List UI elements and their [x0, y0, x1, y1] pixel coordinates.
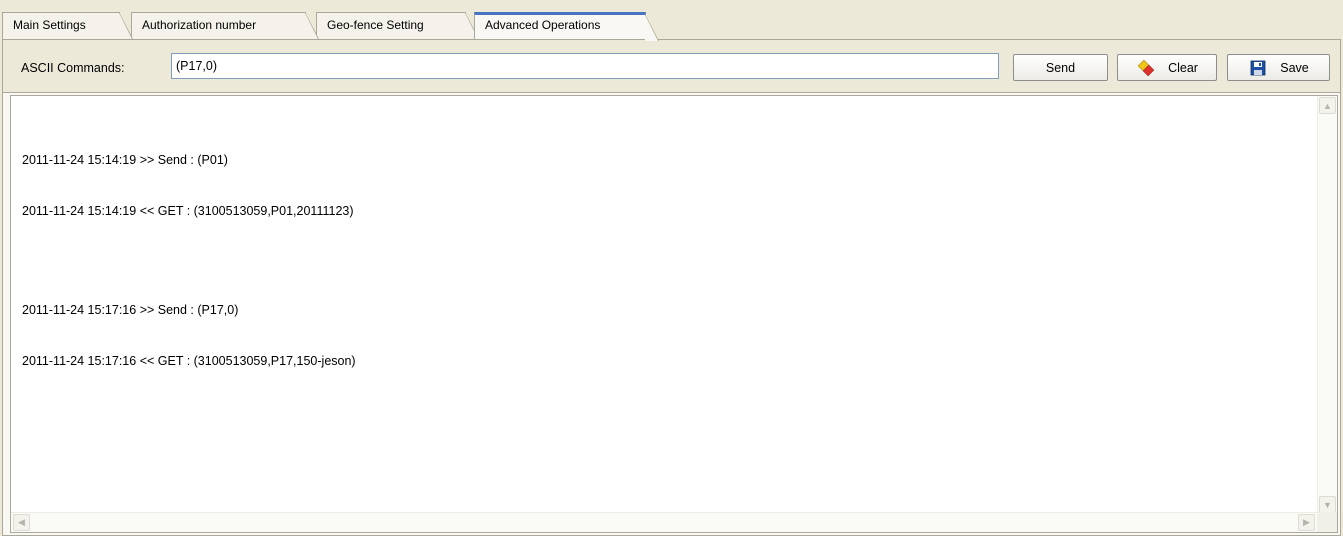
- clear-button-label: Clear: [1168, 60, 1198, 75]
- log-content: 2011-11-24 15:14:19 >> Send : (P01) 2011…: [22, 118, 356, 404]
- log-line: 2011-11-24 15:17:16 << GET : (3100513059…: [22, 354, 356, 368]
- arrow-left-icon[interactable]: ◀: [13, 514, 30, 531]
- horizontal-scrollbar[interactable]: ◀ ▶: [11, 512, 1337, 532]
- tab-advanced-operations[interactable]: Advanced Operations: [474, 12, 659, 41]
- log-textarea[interactable]: 2011-11-24 15:14:19 >> Send : (P01) 2011…: [10, 95, 1338, 533]
- arrow-up-icon[interactable]: ▲: [1319, 97, 1336, 114]
- ascii-command-input[interactable]: [171, 53, 999, 79]
- arrow-down-icon[interactable]: ▼: [1319, 496, 1336, 513]
- log-line: 2011-11-24 15:17:16 >> Send : (P17,0): [22, 303, 239, 317]
- tab-strip: Main Settings Authorization number Geo-f…: [0, 0, 1343, 41]
- ascii-commands-label: ASCII Commands:: [21, 61, 125, 75]
- advanced-operations-panel: ASCII Commands: Send Clear: [2, 39, 1341, 536]
- log-line: 2011-11-24 15:14:19 >> Send : (P01): [22, 153, 228, 167]
- eraser-icon: [1136, 58, 1156, 78]
- save-button-label: Save: [1280, 60, 1309, 75]
- tab-geo-fence-setting[interactable]: Geo-fence Setting: [316, 12, 479, 39]
- arrow-right-icon[interactable]: ▶: [1298, 514, 1315, 531]
- tab-main-settings[interactable]: Main Settings: [2, 12, 133, 39]
- clear-button[interactable]: Clear: [1117, 54, 1217, 81]
- log-line: 2011-11-24 15:14:19 << GET : (3100513059…: [22, 204, 354, 218]
- save-button[interactable]: Save: [1227, 54, 1330, 81]
- send-button-label: Send: [1045, 60, 1076, 75]
- floppy-disk-icon: [1248, 58, 1268, 78]
- tab-authorization-number[interactable]: Authorization number: [131, 12, 319, 39]
- send-button[interactable]: Send: [1013, 54, 1108, 81]
- scrollbar-corner: [1317, 512, 1337, 532]
- vertical-scrollbar[interactable]: ▲ ▼: [1317, 96, 1337, 514]
- log-spacer: [22, 254, 356, 268]
- command-bar: ASCII Commands: Send Clear: [3, 40, 1340, 93]
